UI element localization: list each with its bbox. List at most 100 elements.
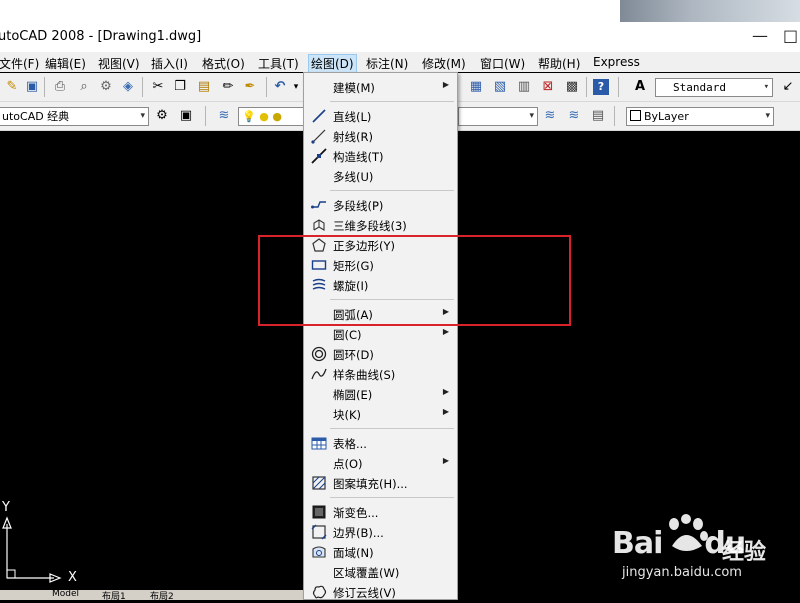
layer-select-tail[interactable]: ▾ [458,107,538,126]
workspace-select[interactable]: utoCAD 经典 ▾ [0,107,149,126]
draw-menu-item-label: 修订云线(V) [333,586,396,600]
copy-icon[interactable]: ❐ [172,79,188,95]
menu-separator [330,190,454,191]
draw-menu-item[interactable]: 多线(U) [304,166,457,186]
draw-menu-item[interactable]: 圆环(D) [304,344,457,364]
menu-separator [330,101,454,102]
draw-menu-item[interactable]: 多段线(P) [304,195,457,215]
menu-item-9[interactable]: 窗口(W) [480,55,525,72]
submenu-arrow-icon: ▶ [442,327,449,336]
draw-menu-item[interactable]: 射线(R) [304,126,457,146]
chevron-down-icon: ▾ [765,111,770,121]
properties-icon[interactable]: ▦ [468,79,484,95]
menu-item-8[interactable]: 修改(M) [422,55,466,72]
undo-dropdown-icon[interactable]: ▾ [288,79,304,95]
markup-icon[interactable]: ⊠ [540,79,556,95]
draw-menu-item-label: 表格... [333,437,367,451]
save-icon[interactable]: ▣ [24,79,40,95]
plot-preview-icon[interactable]: ⌕ [76,79,92,95]
draw-menu-item-label: 块(K) [333,408,362,422]
dim-style-icon[interactable]: ↙ [780,79,796,95]
revcloud-icon [311,584,327,600]
calculator-icon[interactable]: ▩ [564,79,580,95]
draw-menu-item[interactable]: 构造线(T) [304,146,457,166]
draw-menu-item[interactable]: 表格... [304,433,457,453]
draw-menu-item[interactable]: 样条曲线(S) [304,364,457,384]
text-style-icon[interactable]: A [632,79,648,95]
menu-item-10[interactable]: 帮助(H) [538,55,580,72]
layer-manager-icon[interactable]: ≋ [216,108,232,124]
design-center-icon[interactable]: ▧ [492,79,508,95]
layer-states-icon[interactable]: ▤ [590,108,606,124]
text-style-select[interactable]: Standard ▾ [655,78,773,97]
submenu-arrow-icon: ▶ [442,456,449,465]
color-select[interactable]: ByLayer ▾ [626,107,774,126]
undo-icon[interactable]: ↶ [272,79,288,95]
tab-layout2[interactable]: 布局2 [150,590,174,600]
publish-icon[interactable]: ⚙ [98,79,114,95]
annotation-highlight-box [258,235,571,326]
block-editor-icon[interactable]: ✒ [242,79,258,95]
minimize-button[interactable]: — [752,26,768,45]
tab-layout1[interactable]: 布局1 [102,590,126,600]
draw-menu-item[interactable]: 图案填充(H)... [304,473,457,493]
draw-menu-item-label: 面域(N) [333,546,374,560]
draw-menu-item[interactable]: 圆(C) ▶ [304,324,457,344]
menu-item-1[interactable]: 编辑(E) [45,55,86,72]
workspace-value: utoCAD 经典 [2,110,70,123]
draw-menu-item[interactable]: 边界(B)... [304,522,457,542]
menu-item-0[interactable]: 文件(F) [0,55,39,72]
text-style-value: Standard [673,81,726,94]
draw-menu-item-label: 构造线(T) [333,150,384,164]
draw-menu-item-label: 区域覆盖(W) [333,566,400,580]
ray-icon [311,128,327,144]
draw-menu-item-label: 边界(B)... [333,526,384,540]
tool-palettes-icon[interactable]: ▥ [516,79,532,95]
bulb-icon: 💡 [242,110,256,123]
submenu-arrow-icon: ▶ [442,407,449,416]
help-icon[interactable]: ? [593,79,609,95]
hatch-icon [311,475,327,491]
draw-menu-item[interactable]: 三维多段线(3) [304,215,457,235]
spline-icon [311,366,327,382]
draw-menu-item-label: 椭圆(E) [333,388,373,402]
cut-icon[interactable]: ✂ [150,79,166,95]
maximize-button[interactable]: □ [783,26,798,45]
tab-model[interactable]: Model [52,590,79,599]
menu-item-4[interactable]: 格式(O) [202,55,245,72]
draw-menu-item[interactable]: 点(O) ▶ [304,453,457,473]
draw-menu-item[interactable]: 块(K) ▶ [304,404,457,424]
menu-item-6[interactable]: 绘图(D) [308,54,357,73]
draw-menu-item[interactable]: 建模(M) ▶ [304,77,457,97]
watermark-url: jingyan.baidu.com [622,565,742,580]
workspace-settings-icon[interactable]: ⚙ [154,108,170,124]
draw-menu-item[interactable]: 渐变色... [304,502,457,522]
menu-item-7[interactable]: 标注(N) [366,55,408,72]
xline-icon [311,148,327,164]
3d-dwf-icon[interactable]: ◈ [120,79,136,95]
draw-menu-item-label: 直线(L) [333,110,372,124]
sun-icon: ● [259,110,269,123]
make-layer-current-icon[interactable]: ≋ [542,108,558,124]
workspace-save-icon[interactable]: ▣ [178,108,194,124]
draw-menu-item[interactable]: 修订云线(V) [304,582,457,602]
menu-item-5[interactable]: 工具(T) [258,55,299,72]
match-properties-icon[interactable]: ✏ [220,79,236,95]
draw-menu-item[interactable]: 区域覆盖(W) [304,562,457,582]
draw-menu-item-label: 多段线(P) [333,199,384,213]
menu-item-11[interactable]: Express [593,55,640,69]
table-icon [311,435,327,451]
chevron-down-icon: ▾ [529,111,534,121]
paste-icon[interactable]: ▤ [196,79,212,95]
draw-menu-item[interactable]: 椭圆(E) ▶ [304,384,457,404]
layer-previous-icon[interactable]: ≋ [566,108,582,124]
menu-item-3[interactable]: 插入(I) [151,55,188,72]
print-icon[interactable]: ⎙ [52,79,68,95]
draw-menu-item[interactable]: 直线(L) [304,106,457,126]
draw-menu-item-label: 三维多段线(3) [333,219,407,233]
new-icon[interactable]: ✎ [4,79,20,95]
menu-item-2[interactable]: 视图(V) [98,55,140,72]
draw-menu-item[interactable]: 面域(N) [304,542,457,562]
layout-tabs: Model 布局1 布局2 [0,590,310,600]
layer-state-select[interactable]: 💡 ● ● [238,107,304,126]
